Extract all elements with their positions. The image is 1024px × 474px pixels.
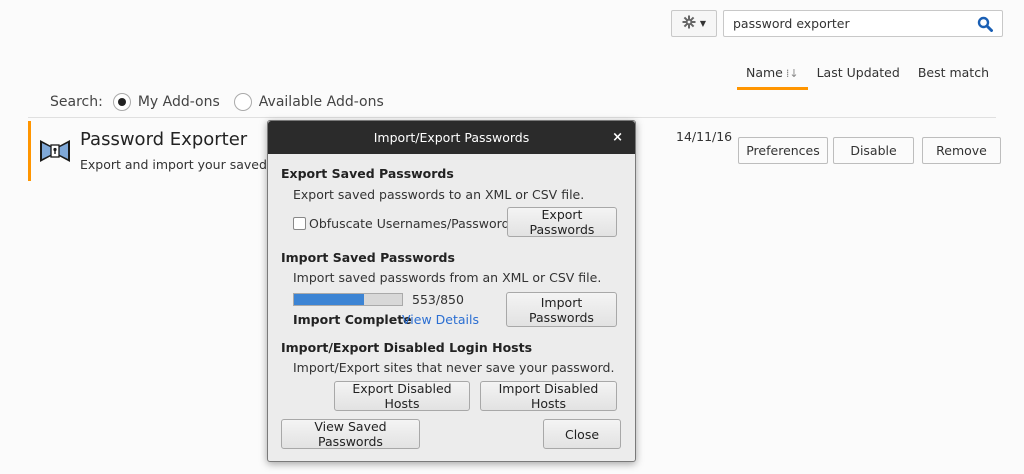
addon-update-date: 14/11/16: [676, 129, 733, 144]
my-addons-radio[interactable]: [112, 93, 131, 111]
export-heading: Export Saved Passwords: [281, 166, 454, 181]
view-details-link[interactable]: View Details: [402, 312, 479, 327]
close-icon[interactable]: ×: [612, 130, 623, 145]
remove-button[interactable]: Remove: [922, 137, 1001, 164]
import-passwords-button[interactable]: Import Passwords: [506, 292, 617, 327]
import-description: Import saved passwords from an XML or CS…: [293, 270, 602, 285]
view-saved-passwords-button[interactable]: View Saved Passwords: [281, 419, 420, 449]
sort-by-last-updated-label: Last Updated: [816, 65, 900, 80]
scope-my-addons[interactable]: My Add-ons: [112, 93, 220, 111]
addon-search-input[interactable]: password exporter: [723, 10, 1003, 37]
divider: [28, 117, 996, 118]
sort-by-name-label: Name: [745, 65, 783, 80]
sort-by-best-match-label: Best match: [917, 65, 989, 80]
hosts-heading: Import/Export Disabled Login Hosts: [281, 340, 533, 355]
sort-by-last-updated[interactable]: Last Updated: [808, 60, 909, 90]
obfuscate-checkbox[interactable]: [293, 217, 306, 230]
disable-button[interactable]: Disable: [833, 137, 914, 164]
search-scope: Search: My Add-ons Available Add-ons: [50, 93, 398, 111]
sort-descending-icon: ⁞↓: [785, 67, 799, 80]
import-disabled-hosts-button[interactable]: Import Disabled Hosts: [480, 381, 617, 411]
close-button[interactable]: Close: [543, 419, 621, 449]
available-addons-label: Available Add-ons: [258, 94, 384, 110]
addon-name: Password Exporter: [80, 129, 248, 150]
preferences-button[interactable]: Preferences: [738, 137, 828, 164]
addon-icon: [39, 135, 71, 167]
chevron-down-icon: ▼: [699, 19, 707, 28]
dialog-titlebar[interactable]: Import/Export Passwords ×: [268, 121, 635, 154]
search-input-value[interactable]: password exporter: [733, 16, 977, 31]
import-export-dialog: Import/Export Passwords × Export Saved P…: [267, 120, 636, 462]
sort-bar: Name ⁞↓ Last Updated Best match: [736, 60, 998, 90]
import-progress-count: 553/850: [412, 292, 464, 307]
export-passwords-button[interactable]: Export Passwords: [507, 207, 617, 237]
hosts-description: Import/Export sites that never save your…: [293, 360, 615, 375]
dialog-title: Import/Export Passwords: [373, 130, 530, 145]
sort-by-best-match[interactable]: Best match: [909, 60, 998, 90]
my-addons-label: My Add-ons: [137, 94, 220, 110]
sort-by-name[interactable]: Name ⁞↓: [736, 60, 808, 90]
export-description: Export saved passwords to an XML or CSV …: [293, 187, 585, 202]
obfuscate-label: Obfuscate Usernames/Passwords: [309, 216, 517, 231]
import-progress-bar: [293, 293, 403, 306]
import-status: Import Complete: [293, 312, 412, 327]
search-icon[interactable]: [977, 16, 993, 32]
scope-available-addons[interactable]: Available Add-ons: [233, 93, 384, 111]
available-addons-radio[interactable]: [233, 93, 252, 111]
obfuscate-checkbox-row[interactable]: Obfuscate Usernames/Passwords: [293, 216, 516, 231]
gear-icon: [682, 15, 696, 33]
import-progress-fill: [294, 294, 365, 305]
import-heading: Import Saved Passwords: [281, 250, 455, 265]
export-disabled-hosts-button[interactable]: Export Disabled Hosts: [334, 381, 470, 411]
tools-menu-button[interactable]: ▼: [671, 10, 717, 37]
search-scope-label: Search:: [50, 94, 103, 110]
